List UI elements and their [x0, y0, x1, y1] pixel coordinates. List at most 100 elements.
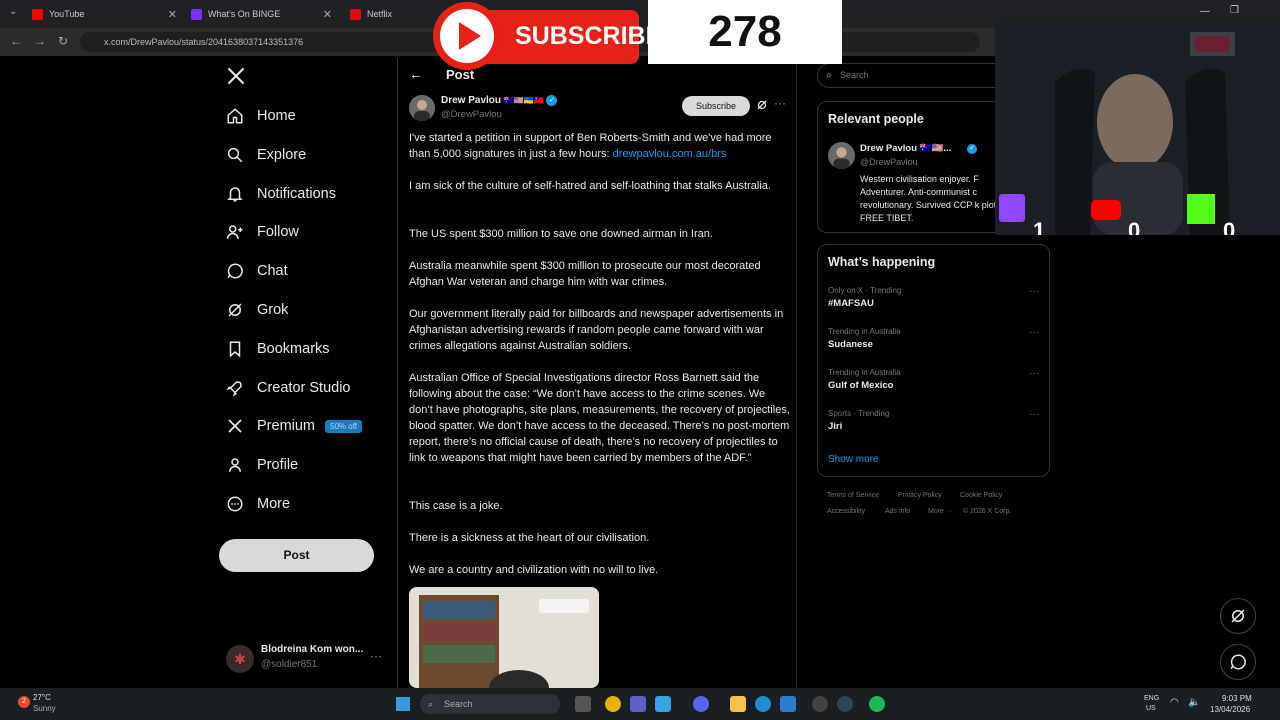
- terms-link[interactable]: Terms of Service: [827, 492, 879, 499]
- more-dots-icon[interactable]: ···: [774, 96, 786, 110]
- grok-fab[interactable]: [1220, 598, 1256, 634]
- nav-label: Grok: [257, 302, 289, 318]
- nav-premium[interactable]: Premium 50% off: [225, 412, 362, 440]
- explorer-icon[interactable]: [730, 696, 746, 712]
- more-dots-icon[interactable]: ···: [1029, 286, 1039, 297]
- post-paragraph: This case is a joke.: [409, 500, 503, 512]
- steam-icon[interactable]: [837, 696, 853, 712]
- account-name: Blodreina Kom won...: [261, 644, 364, 655]
- nav-bookmarks[interactable]: Bookmarks: [225, 335, 330, 363]
- back-icon[interactable]: ←: [10, 34, 22, 48]
- tab-menu-icon[interactable]: ⌄: [9, 6, 17, 17]
- chrome-icon[interactable]: [605, 696, 621, 712]
- minimize-window-icon[interactable]: —: [1200, 6, 1210, 17]
- nav-label: Follow: [257, 224, 299, 240]
- lang-primary[interactable]: ENG: [1144, 695, 1159, 702]
- nav-label: Chat: [257, 263, 288, 279]
- binge-favicon-icon: [191, 8, 202, 20]
- subscribe-overlay-text: SUBSCRIBE: [515, 22, 663, 50]
- x-logo-icon[interactable]: [226, 66, 246, 86]
- search-icon: ⌕: [826, 70, 832, 81]
- nav-creator-studio[interactable]: Creator Studio: [225, 374, 351, 402]
- ads-info-link[interactable]: Ads info: [885, 508, 910, 515]
- clock-time[interactable]: 9:03 PM: [1222, 694, 1252, 703]
- nav-chat[interactable]: Chat: [225, 257, 288, 285]
- tab-netflix[interactable]: Netflix: [350, 4, 430, 24]
- bookmark-icon: [225, 339, 245, 359]
- tab-youtube[interactable]: YouTube ✕: [32, 4, 177, 24]
- close-tab-icon[interactable]: ✕: [323, 8, 332, 21]
- trend-title: #MAFSAU: [828, 298, 874, 309]
- subscribe-button[interactable]: Subscribe: [682, 96, 750, 116]
- avatar[interactable]: [409, 95, 435, 121]
- windows-start-icon[interactable]: [396, 697, 410, 711]
- trend-context: Sports · Trending: [828, 409, 890, 418]
- post-button[interactable]: Post: [219, 539, 374, 572]
- webcam-overlay: 1 0 0: [995, 22, 1280, 235]
- tab-binge[interactable]: What's On BINGE ✕: [191, 4, 332, 24]
- task-view-icon[interactable]: [575, 696, 591, 712]
- reload-icon[interactable]: ↻: [58, 34, 68, 48]
- person-name[interactable]: Drew Pavlou 🇦🇺🇺🇸...: [860, 143, 951, 154]
- weather-temp[interactable]: 27°C: [33, 693, 51, 702]
- close-tab-icon[interactable]: ✕: [168, 8, 177, 21]
- account-handle: @soldier851: [261, 659, 318, 670]
- teams-icon[interactable]: [630, 696, 646, 712]
- person-bio: Western civilisation enjoyer. F Adventur…: [860, 174, 999, 223]
- edge-icon[interactable]: [755, 696, 771, 712]
- more-dots-icon[interactable]: ···: [1029, 409, 1039, 420]
- trend-item[interactable]: Only on X · Trending #MAFSAU ···: [828, 286, 1043, 309]
- obs-icon[interactable]: [812, 696, 828, 712]
- subscribe-overlay: SUBSCRIBE: [433, 0, 662, 72]
- nav-explore[interactable]: Explore: [225, 141, 306, 169]
- author-flags: 🇦🇺🇺🇸🇺🇦🇹🇼: [503, 96, 544, 106]
- cookie-link[interactable]: Cookie Policy: [960, 492, 1002, 499]
- forward-icon[interactable]: →: [34, 34, 46, 48]
- post-paragraph: Australian Office of Special Investigati…: [409, 372, 790, 464]
- copilot-icon[interactable]: [655, 696, 671, 712]
- more-dots-icon[interactable]: ···: [370, 649, 382, 663]
- accessibility-link[interactable]: Accessibility: [827, 508, 865, 515]
- chat-icon: [225, 261, 245, 281]
- privacy-link[interactable]: Privacy Policy: [898, 492, 942, 499]
- back-arrow-icon[interactable]: ←: [409, 66, 423, 82]
- rocket-icon: [225, 378, 245, 398]
- account-switcher[interactable]: ✱ Blodreina Kom won... @soldier851 ···: [226, 643, 386, 675]
- author-name[interactable]: Drew Pavlou 🇦🇺🇺🇸🇺🇦🇹🇼 ✓: [441, 95, 558, 106]
- show-more-link[interactable]: Show more: [828, 454, 879, 465]
- search-icon: ⌕: [428, 699, 434, 709]
- nav-home[interactable]: Home: [225, 102, 296, 130]
- more-dots-icon[interactable]: ···: [1029, 327, 1039, 338]
- maximize-window-icon[interactable]: ❐: [1230, 5, 1239, 16]
- volume-icon[interactable]: 🔈: [1188, 697, 1200, 708]
- author-handle: @DrewPavlou: [441, 109, 502, 120]
- discord-icon[interactable]: [693, 696, 709, 712]
- nav-more[interactable]: More: [225, 490, 290, 518]
- taskbar-search[interactable]: ⌕ Search: [420, 694, 560, 714]
- post-image[interactable]: [409, 587, 599, 688]
- avatar[interactable]: [828, 142, 855, 169]
- grok-icon[interactable]: [756, 98, 768, 116]
- youtube-icon: [1091, 200, 1121, 220]
- nav-grok[interactable]: Grok: [225, 296, 288, 324]
- whats-happening-card: What’s happening Only on X · Trending #M…: [817, 244, 1050, 477]
- trend-item[interactable]: Trending in Australia Sudanese ···: [828, 327, 1043, 350]
- wifi-icon[interactable]: ◠: [1170, 697, 1179, 708]
- person-handle: @DrewPavlou: [860, 157, 918, 167]
- nav-notifications[interactable]: Notifications: [225, 180, 336, 208]
- nav-follow[interactable]: Follow: [225, 218, 299, 246]
- more-dots-icon[interactable]: ···: [1029, 368, 1039, 379]
- youtube-favicon-icon: [32, 8, 43, 20]
- store-icon[interactable]: [780, 696, 796, 712]
- twitch-icon: [999, 194, 1025, 222]
- spotify-icon[interactable]: [869, 696, 885, 712]
- nav-profile[interactable]: Profile: [225, 451, 298, 479]
- tab-title: Netflix: [367, 9, 393, 19]
- trend-context: Only on X · Trending: [828, 286, 902, 295]
- trend-title: Jiri: [828, 421, 843, 432]
- footer-more-link[interactable]: More ···: [928, 508, 953, 515]
- trend-item[interactable]: Trending in Australia Gulf of Mexico ···: [828, 368, 1043, 391]
- petition-link[interactable]: drewpavlou.com.au/brs: [613, 148, 727, 160]
- trend-item[interactable]: Sports · Trending Jiri ···: [828, 409, 1043, 432]
- chat-fab[interactable]: [1220, 644, 1256, 680]
